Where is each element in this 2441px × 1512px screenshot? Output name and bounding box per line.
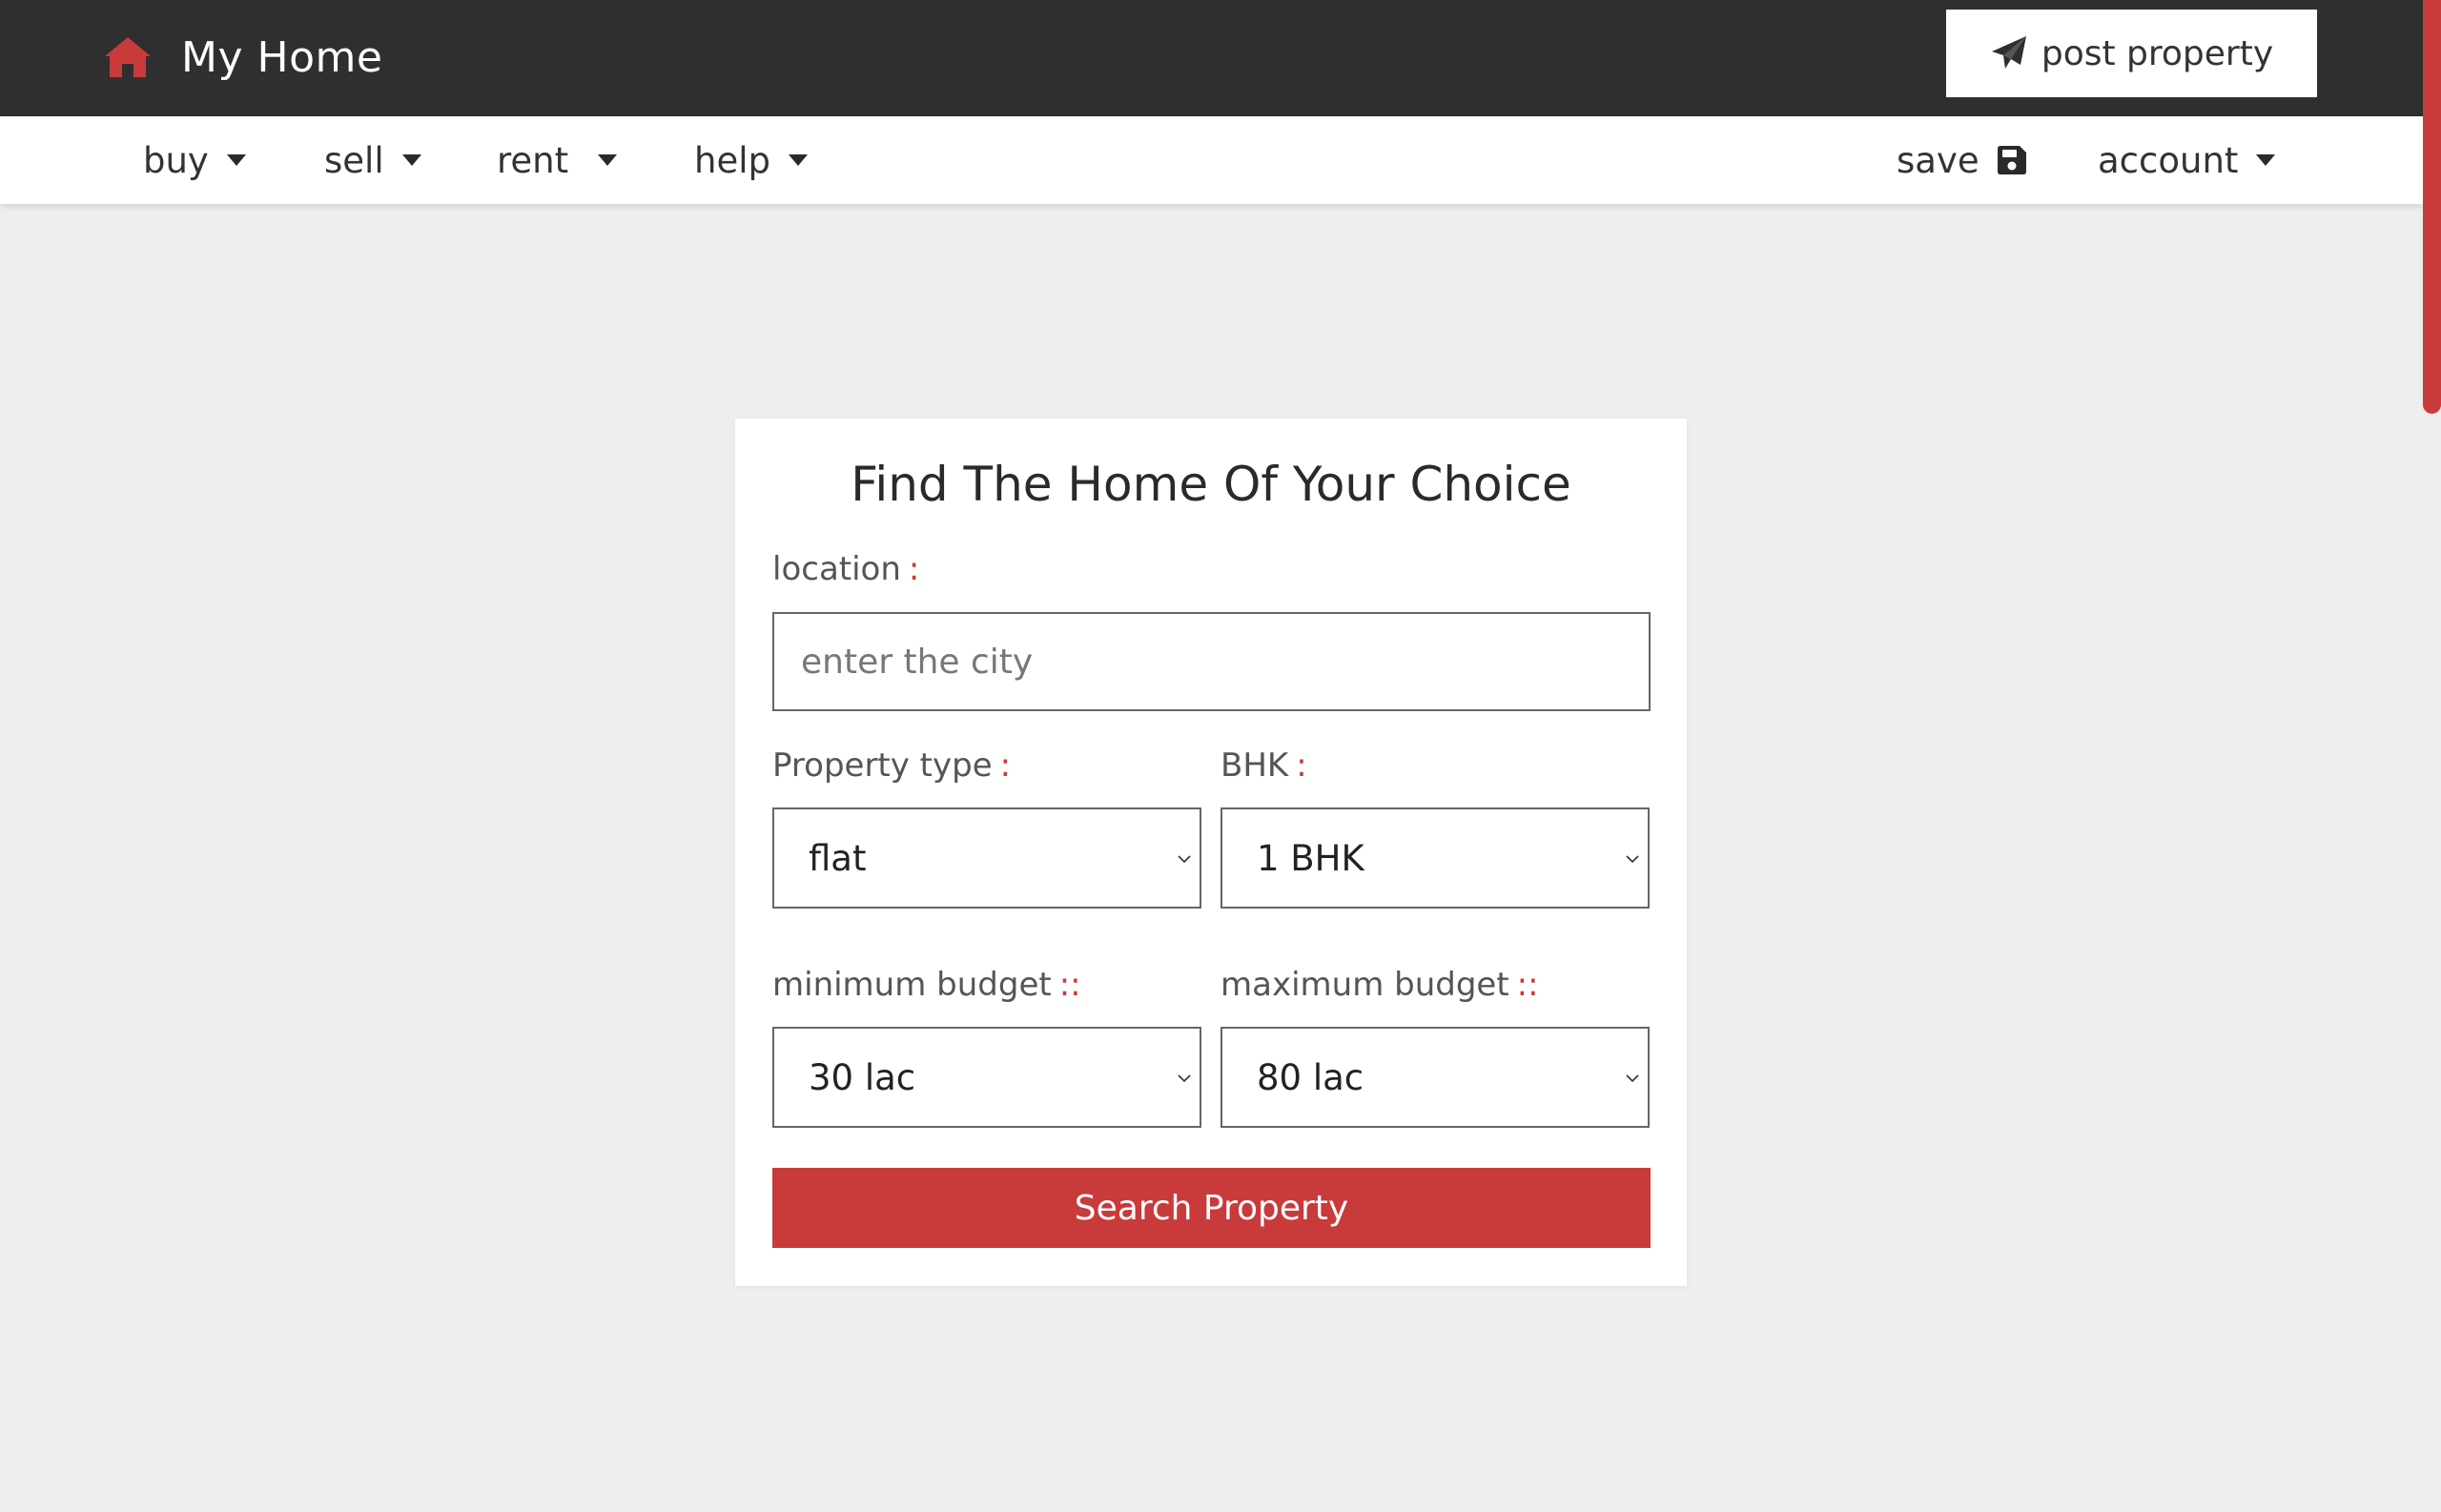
label-separator: : [908, 550, 920, 588]
chevron-down-icon [1626, 1074, 1639, 1083]
post-property-button[interactable]: post property [1946, 10, 2317, 97]
min-budget-label: minimum budget:: [772, 966, 1081, 1004]
min-budget-label-text: minimum budget [772, 966, 1052, 1004]
caret-down-icon [2256, 154, 2276, 166]
page-scrollbar[interactable] [2423, 0, 2441, 1512]
bhk-label: BHK: [1220, 746, 1307, 785]
search-property-button[interactable]: Search Property [772, 1168, 1651, 1248]
min-budget-value: 30 lac [809, 1056, 916, 1098]
scrollbar-thumb[interactable] [2423, 0, 2441, 414]
post-property-label: post property [2041, 33, 2274, 73]
location-label: location: [772, 550, 919, 588]
chevron-down-icon [1178, 1074, 1191, 1083]
bhk-value: 1 BHK [1257, 837, 1364, 879]
property-type-label-text: Property type [772, 746, 993, 785]
label-separator: : [999, 746, 1012, 785]
nav-item-help[interactable]: help [694, 116, 809, 204]
nav-item-label: save [1897, 139, 1979, 181]
location-input[interactable] [772, 612, 1651, 711]
nav-item-sell[interactable]: sell [324, 116, 422, 204]
bhk-select[interactable]: 1 BHK [1220, 807, 1650, 909]
property-type-label: Property type: [772, 746, 1011, 785]
page: My Home post property buy sell rent help… [0, 0, 2441, 1512]
min-budget-select[interactable]: 30 lac [772, 1027, 1201, 1128]
chevron-down-icon [1626, 855, 1639, 864]
nav-item-label: account [2098, 139, 2239, 181]
max-budget-select[interactable]: 80 lac [1220, 1027, 1650, 1128]
label-separator: : [1296, 746, 1307, 785]
floppy-disk-icon [1997, 146, 2026, 174]
label-separator: :: [1058, 966, 1081, 1004]
brand-logo[interactable]: My Home [103, 29, 382, 86]
nav-item-save[interactable]: save [1897, 116, 2027, 204]
nav-item-label: rent [497, 139, 569, 181]
property-type-select[interactable]: flat [772, 807, 1201, 909]
nav-item-buy[interactable]: buy [143, 116, 247, 204]
top-header: My Home post property [0, 0, 2423, 116]
caret-down-icon [788, 154, 808, 166]
nav-item-label: buy [143, 139, 209, 181]
nav-item-account[interactable]: account [2098, 116, 2276, 204]
nav-item-label: sell [324, 139, 384, 181]
caret-down-icon [598, 154, 618, 166]
search-card: Find The Home Of Your Choice location: P… [735, 419, 1687, 1286]
nav-item-rent[interactable]: rent [497, 116, 618, 204]
label-separator: :: [1516, 966, 1539, 1004]
property-type-value: flat [809, 837, 867, 879]
main-nav: buy sell rent help save account [0, 116, 2423, 204]
nav-item-label: help [694, 139, 770, 181]
app-title: My Home [181, 32, 383, 82]
paper-plane-icon [1990, 34, 2028, 72]
home-icon [103, 35, 153, 79]
caret-down-icon [401, 154, 421, 166]
chevron-down-icon [1178, 855, 1191, 864]
max-budget-label-text: maximum budget [1220, 966, 1509, 1004]
max-budget-label: maximum budget:: [1220, 966, 1539, 1004]
location-label-text: location [772, 550, 901, 588]
bhk-label-text: BHK [1220, 746, 1289, 785]
form-title: Find The Home Of Your Choice [851, 457, 1571, 512]
caret-down-icon [226, 154, 246, 166]
max-budget-value: 80 lac [1257, 1056, 1364, 1098]
